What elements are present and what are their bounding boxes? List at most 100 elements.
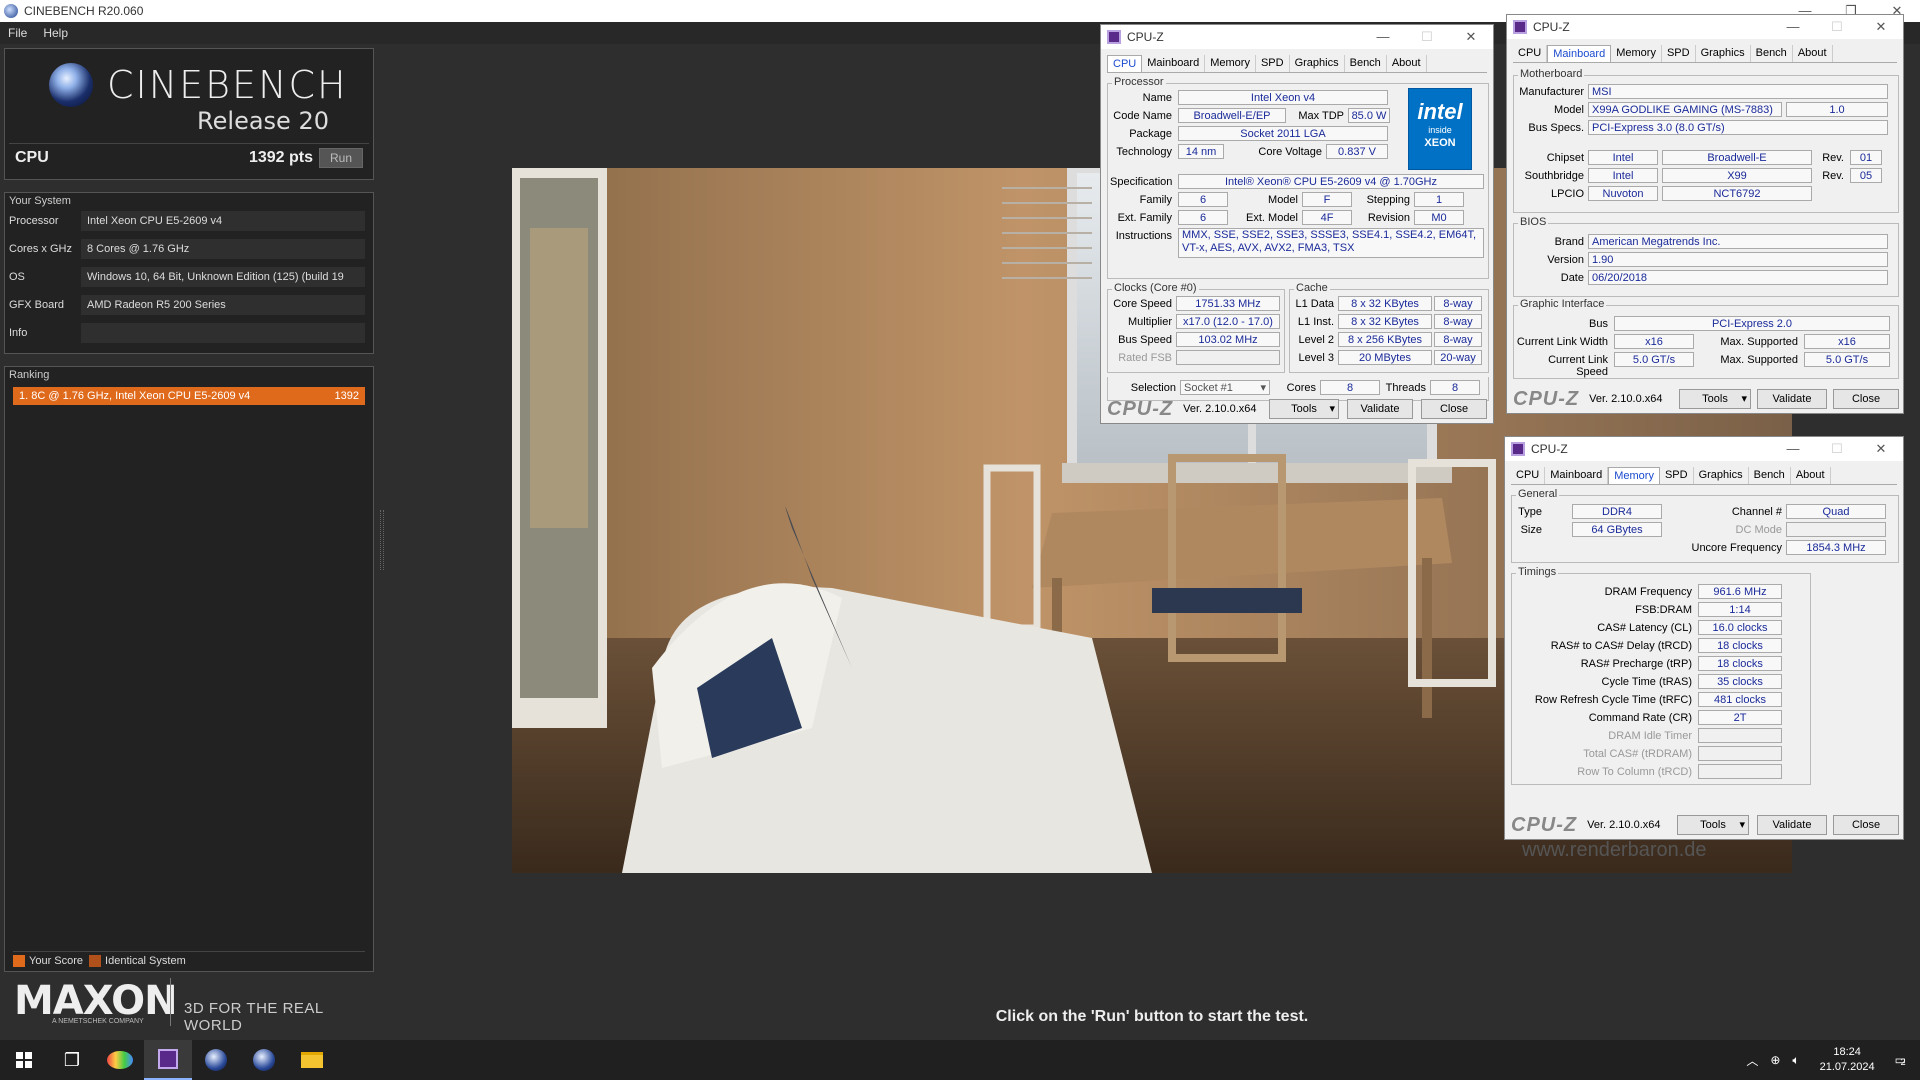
minimize-icon[interactable]: — bbox=[1771, 437, 1815, 461]
memory-type-value: DDR4 bbox=[1572, 504, 1662, 519]
cpuz-titlebar: CPU-Z — ☐ ✕ bbox=[1507, 15, 1903, 39]
tab-spd[interactable]: SPD bbox=[1662, 45, 1696, 62]
cinebench-taskbar-icon[interactable] bbox=[192, 1040, 240, 1080]
timing-label: FSB:DRAM bbox=[1635, 604, 1692, 616]
tab-mainboard[interactable]: Mainboard bbox=[1142, 55, 1206, 72]
field-label: Version bbox=[1547, 254, 1584, 266]
close-icon[interactable]: ✕ bbox=[1859, 15, 1903, 39]
tab-graphics[interactable]: Graphics bbox=[1694, 467, 1749, 484]
info-input[interactable] bbox=[81, 323, 365, 343]
run-button[interactable]: Run bbox=[318, 147, 363, 168]
cpuz-window-mainboard: CPU-Z — ☐ ✕ CPU Mainboard Memory SPD Gra… bbox=[1506, 14, 1904, 414]
volume-icon[interactable]: 🔈︎ bbox=[1786, 1053, 1805, 1068]
tab-cpu[interactable]: CPU bbox=[1107, 55, 1143, 72]
tab-memory[interactable]: Memory bbox=[1205, 55, 1256, 72]
tab-about[interactable]: About bbox=[1387, 55, 1427, 72]
tab-memory[interactable]: Memory bbox=[1608, 467, 1660, 484]
motherboard-group: Motherboard Manufacturer MSI Model X99A … bbox=[1513, 68, 1899, 213]
field-label: Package bbox=[1129, 128, 1172, 140]
cpuz-app-icon bbox=[1511, 442, 1525, 456]
group-label: Clocks (Core #0) bbox=[1112, 282, 1199, 294]
rated-fsb-value bbox=[1176, 350, 1280, 365]
close-icon[interactable]: ✕ bbox=[1449, 25, 1493, 49]
minimize-icon[interactable]: — bbox=[1771, 15, 1815, 39]
field-label: Bus Speed bbox=[1118, 334, 1172, 346]
file-explorer-icon[interactable] bbox=[288, 1040, 336, 1080]
cpuz-version: Ver. 2.10.0.x64 bbox=[1183, 403, 1257, 415]
task-view-icon[interactable]: ❐ bbox=[48, 1040, 96, 1080]
validate-button[interactable]: Validate bbox=[1757, 815, 1827, 835]
panel-splitter-handle[interactable] bbox=[380, 510, 384, 570]
model-revision-value: 1.0 bbox=[1786, 102, 1888, 117]
cpu-test-label: CPU bbox=[15, 148, 49, 166]
system-key: Cores x GHz bbox=[9, 243, 72, 255]
tools-button[interactable]: Tools ▾ bbox=[1677, 815, 1749, 835]
close-button[interactable]: Close bbox=[1833, 389, 1899, 409]
memory-timings-group: Timings DRAM Frequency 961.6 MHz FSB:DRA… bbox=[1511, 566, 1811, 785]
timing-label: Row To Column (tRCD) bbox=[1577, 766, 1692, 778]
network-icon[interactable]: ⊕ bbox=[1764, 1053, 1786, 1067]
timing-label: Command Rate (CR) bbox=[1588, 712, 1692, 724]
intel-logo-inside: inside bbox=[1428, 125, 1452, 135]
tab-mainboard[interactable]: Mainboard bbox=[1547, 45, 1612, 62]
clock[interactable]: 18:24 21.07.2024 bbox=[1820, 1045, 1875, 1075]
tools-button[interactable]: Tools ▾ bbox=[1679, 389, 1751, 409]
cpuz-app-icon bbox=[1107, 30, 1121, 44]
tab-bench[interactable]: Bench bbox=[1345, 55, 1387, 72]
tab-about[interactable]: About bbox=[1793, 45, 1833, 62]
chevron-down-icon: ▾ bbox=[1329, 403, 1335, 415]
tab-bench[interactable]: Bench bbox=[1751, 45, 1793, 62]
southbridge-value: X99 bbox=[1662, 168, 1812, 183]
windows-start-icon[interactable] bbox=[0, 1040, 48, 1080]
model-value: X99A GODLIKE GAMING (MS-7883) bbox=[1588, 102, 1782, 117]
tab-graphics[interactable]: Graphics bbox=[1290, 55, 1345, 72]
tab-mainboard[interactable]: Mainboard bbox=[1545, 467, 1609, 484]
tab-spd[interactable]: SPD bbox=[1660, 467, 1694, 484]
tab-cpu[interactable]: CPU bbox=[1513, 45, 1548, 62]
maximize-icon[interactable]: ☐ bbox=[1815, 15, 1859, 39]
tab-graphics[interactable]: Graphics bbox=[1696, 45, 1751, 62]
notification-icon[interactable]: ▭ 2 bbox=[1889, 1053, 1920, 1067]
cpuz-title: CPU-Z bbox=[1533, 20, 1570, 34]
tab-cpu[interactable]: CPU bbox=[1511, 467, 1546, 484]
current-link-width-value: x16 bbox=[1614, 334, 1694, 349]
timing-label: CAS# Latency (CL) bbox=[1597, 622, 1692, 634]
system-value: Windows 10, 64 Bit, Unknown Edition (125… bbox=[81, 267, 365, 287]
bios-brand-value: American Megatrends Inc. bbox=[1588, 234, 1888, 249]
validate-button[interactable]: Validate bbox=[1347, 399, 1413, 419]
minimize-icon[interactable]: — bbox=[1361, 25, 1405, 49]
l2-ways: 8-way bbox=[1434, 332, 1482, 347]
maximize-icon[interactable]: ☐ bbox=[1815, 437, 1859, 461]
l1-data-value: 8 x 32 KBytes bbox=[1338, 296, 1432, 311]
l1-inst-value: 8 x 32 KBytes bbox=[1338, 314, 1432, 329]
validate-button[interactable]: Validate bbox=[1757, 389, 1827, 409]
maximize-icon[interactable]: ☐ bbox=[1405, 25, 1449, 49]
cinebench-taskbar-icon-2[interactable] bbox=[240, 1040, 288, 1080]
tab-memory[interactable]: Memory bbox=[1611, 45, 1662, 62]
field-label: Manufacturer bbox=[1519, 86, 1584, 98]
menu-file[interactable]: File bbox=[0, 26, 35, 40]
tools-label: Tools bbox=[1700, 819, 1726, 831]
paint-app-icon[interactable] bbox=[96, 1040, 144, 1080]
tab-spd[interactable]: SPD bbox=[1256, 55, 1290, 72]
intel-logo-word: intel bbox=[1417, 99, 1463, 124]
menu-help[interactable]: Help bbox=[35, 26, 76, 40]
socket-select[interactable]: Socket #1 ▾ bbox=[1180, 380, 1270, 395]
tools-button[interactable]: Tools ▾ bbox=[1269, 399, 1339, 419]
chevron-up-icon[interactable]: ︿ bbox=[1740, 1052, 1764, 1069]
close-icon[interactable]: ✕ bbox=[1859, 437, 1903, 461]
cinebench-logo-title: CINEBENCH bbox=[107, 63, 348, 107]
tab-bench[interactable]: Bench bbox=[1749, 467, 1791, 484]
field-label: Code Name bbox=[1113, 110, 1172, 122]
cpu-name-value: Intel Xeon v4 bbox=[1178, 90, 1388, 105]
ranking-item[interactable]: 1. 8C @ 1.76 GHz, Intel Xeon CPU E5-2609… bbox=[13, 387, 365, 405]
ranking-item-label: 1. 8C @ 1.76 GHz, Intel Xeon CPU E5-2609… bbox=[19, 390, 251, 402]
close-button[interactable]: Close bbox=[1833, 815, 1899, 835]
bios-version-value: 1.90 bbox=[1588, 252, 1888, 267]
system-tray: ︿ ⊕ 🔈︎ 18:24 21.07.2024 ▭ 2 bbox=[1740, 1040, 1920, 1080]
cpuz-taskbar-icon[interactable] bbox=[144, 1040, 192, 1080]
tab-about[interactable]: About bbox=[1791, 467, 1831, 484]
system-key: OS bbox=[9, 271, 25, 283]
close-button[interactable]: Close bbox=[1421, 399, 1487, 419]
memory-general-group: General Type DDR4 Size 64 GBytes Channel… bbox=[1511, 488, 1899, 563]
